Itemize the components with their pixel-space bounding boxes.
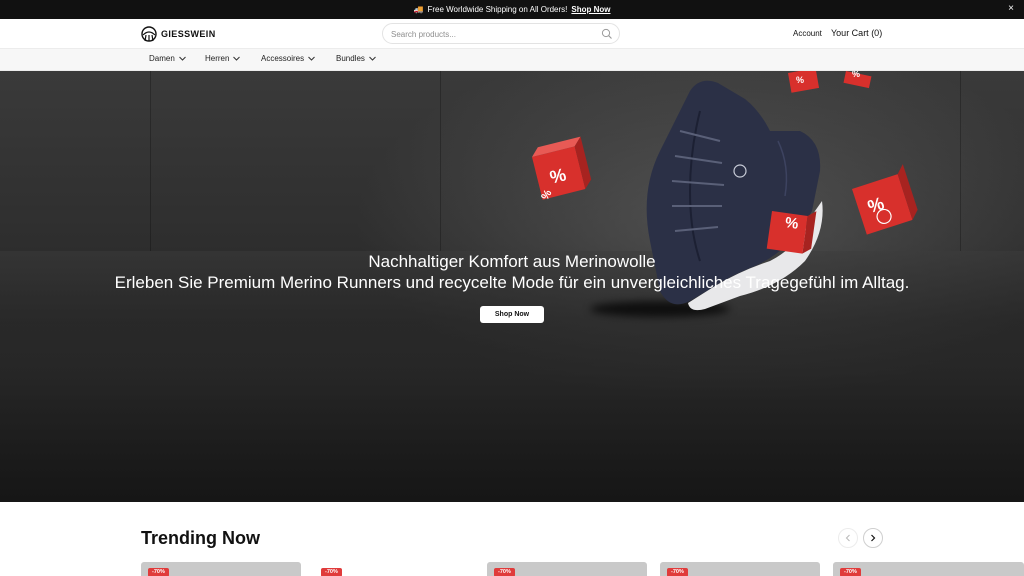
- hero-subtitle: Erleben Sie Premium Merino Runners und r…: [114, 273, 910, 292]
- announcement-bar: 🚚 Free Worldwide Shipping on All Orders!…: [0, 0, 1024, 19]
- discount-badge: -70%: [667, 568, 688, 576]
- chevron-down-icon: [178, 56, 186, 61]
- discount-badge: -70%: [148, 568, 169, 576]
- chevron-down-icon: [233, 56, 241, 61]
- carousel-next-button[interactable]: [863, 528, 883, 548]
- nav-item-damen[interactable]: Damen: [149, 54, 186, 63]
- product-card[interactable]: -70%: [314, 562, 474, 576]
- dice-percent-symbol: %: [852, 71, 861, 79]
- discount-badge: -70%: [494, 568, 515, 576]
- chevron-down-icon: [369, 56, 376, 61]
- nav-item-label: Damen: [149, 54, 175, 63]
- product-card[interactable]: -70%: [141, 562, 301, 576]
- dice-percent-symbol: %: [783, 214, 800, 233]
- search-bar: [382, 23, 620, 44]
- main-nav: Damen Herren Accessoires Bundles: [0, 49, 1024, 71]
- chevron-down-icon: [308, 56, 315, 61]
- account-link[interactable]: Account: [793, 29, 822, 38]
- truck-icon: 🚚: [413, 5, 424, 14]
- nav-item-label: Bundles: [336, 54, 365, 63]
- announcement-shop-now-link[interactable]: Shop Now: [571, 5, 610, 14]
- hero-shop-now-button[interactable]: Shop Now: [480, 306, 544, 323]
- search-input[interactable]: [391, 27, 591, 41]
- trending-title: Trending Now: [141, 528, 260, 548]
- chevron-left-icon: [845, 534, 850, 542]
- hero-title: Nachhaltiger Komfort aus Merinowolle: [368, 252, 656, 271]
- nav-item-herren[interactable]: Herren: [205, 54, 241, 63]
- nav-item-accessoires[interactable]: Accessoires: [261, 54, 315, 63]
- chevron-right-icon: [871, 534, 876, 542]
- search-icon[interactable]: [601, 28, 613, 40]
- site-header: GIESSWEIN Account Your Cart (0): [0, 19, 1024, 49]
- nav-item-bundles[interactable]: Bundles: [336, 54, 376, 63]
- nav-item-label: Herren: [205, 54, 230, 63]
- logo-icon: [141, 26, 157, 42]
- carousel-prev-button[interactable]: [838, 528, 858, 548]
- logo-text: GIESSWEIN: [161, 29, 216, 39]
- product-card[interactable]: -70%: [833, 562, 1024, 576]
- logo[interactable]: GIESSWEIN: [141, 26, 216, 42]
- product-card[interactable]: -70%: [487, 562, 647, 576]
- dice-percent-symbol: %: [796, 75, 805, 85]
- discount-badge: -70%: [321, 568, 342, 576]
- discount-badge: -70%: [840, 568, 861, 576]
- discount-dice-3: [852, 164, 918, 235]
- cart-link[interactable]: Your Cart (0): [831, 28, 882, 38]
- announcement-text: Free Worldwide Shipping on All Orders!: [427, 5, 568, 14]
- hero-banner: % % % % % % Nachhaltiger Komfort aus Mer…: [0, 71, 1024, 502]
- product-card[interactable]: -70%: [660, 562, 820, 576]
- nav-item-label: Accessoires: [261, 54, 305, 63]
- close-icon[interactable]: ×: [1008, 3, 1014, 14]
